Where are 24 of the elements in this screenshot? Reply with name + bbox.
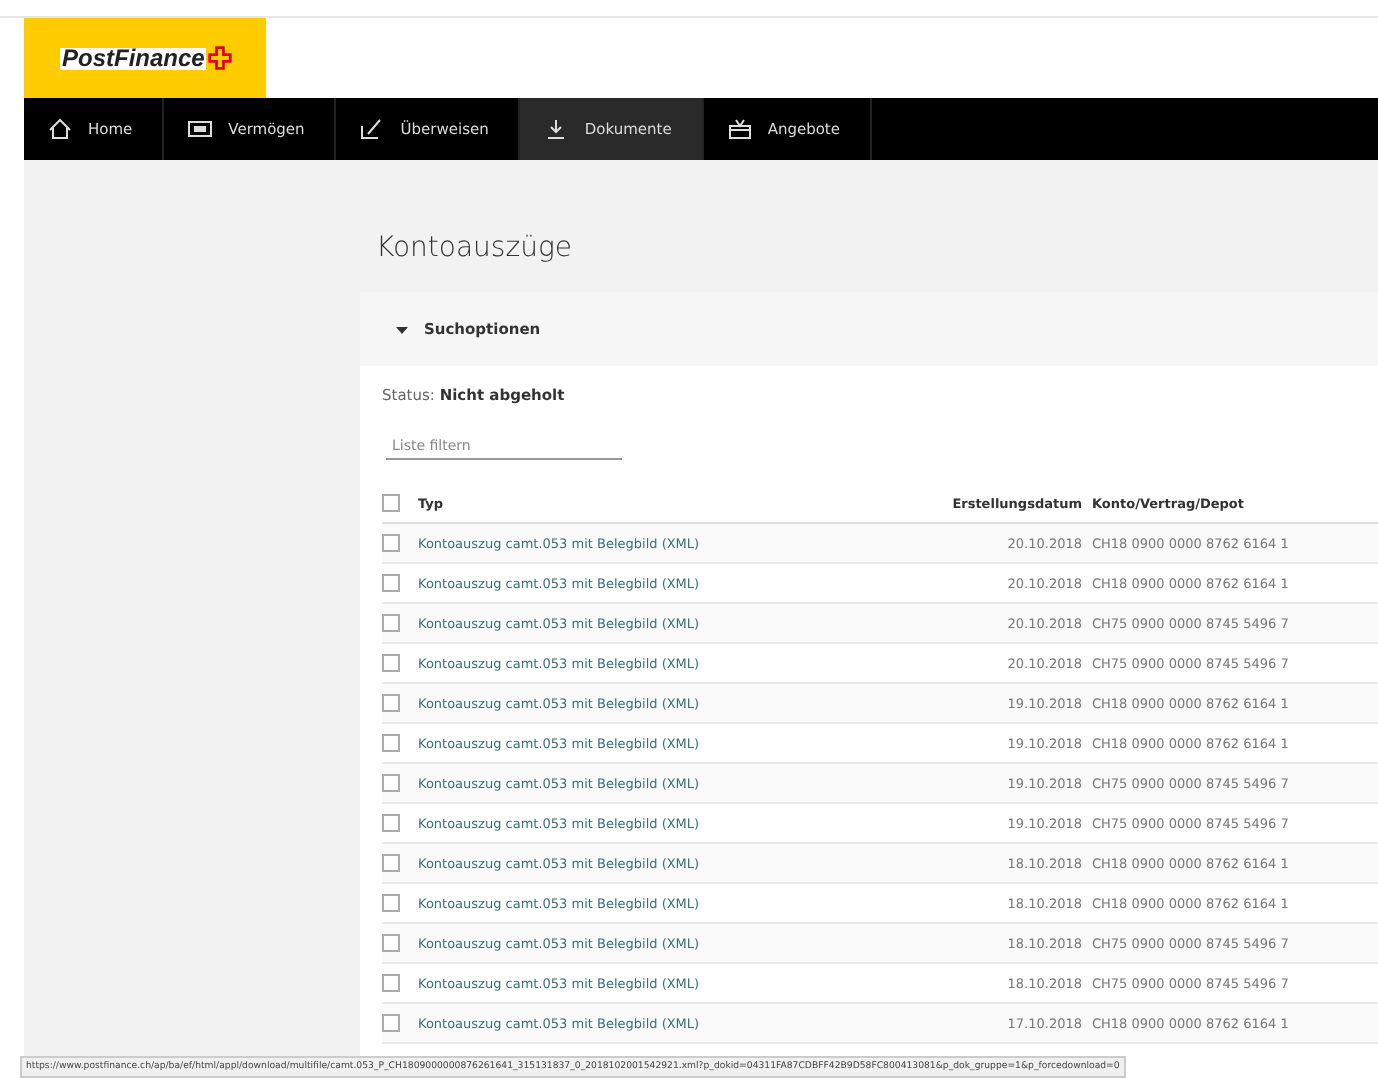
row-checkbox[interactable] — [382, 654, 400, 672]
box-icon — [727, 118, 752, 140]
row-checkbox[interactable] — [382, 974, 400, 992]
row-checkbox[interactable] — [382, 1014, 400, 1032]
row-checkbox[interactable] — [382, 814, 400, 832]
select-all-checkbox[interactable] — [382, 494, 400, 512]
home-icon — [48, 118, 72, 140]
card-icon — [188, 118, 213, 140]
pen-icon — [360, 118, 385, 140]
logo-text: PostFinance — [60, 47, 207, 69]
row-checkbox[interactable] — [382, 934, 400, 952]
cross-logo-icon — [208, 46, 233, 70]
row-checkbox[interactable] — [382, 534, 400, 552]
row-checkbox[interactable] — [382, 734, 400, 752]
download-icon — [544, 118, 569, 140]
row-checkbox[interactable] — [382, 854, 400, 872]
logo-panel[interactable]: PostFinance — [24, 18, 266, 98]
row-checkbox[interactable] — [382, 574, 400, 592]
page-title: Kontoauszüge — [376, 232, 574, 268]
caret-icon — [396, 323, 408, 335]
row-checkbox[interactable] — [382, 774, 400, 792]
row-checkbox[interactable] — [382, 894, 400, 912]
row-checkbox[interactable] — [382, 694, 400, 712]
row-checkbox[interactable] — [382, 614, 400, 632]
